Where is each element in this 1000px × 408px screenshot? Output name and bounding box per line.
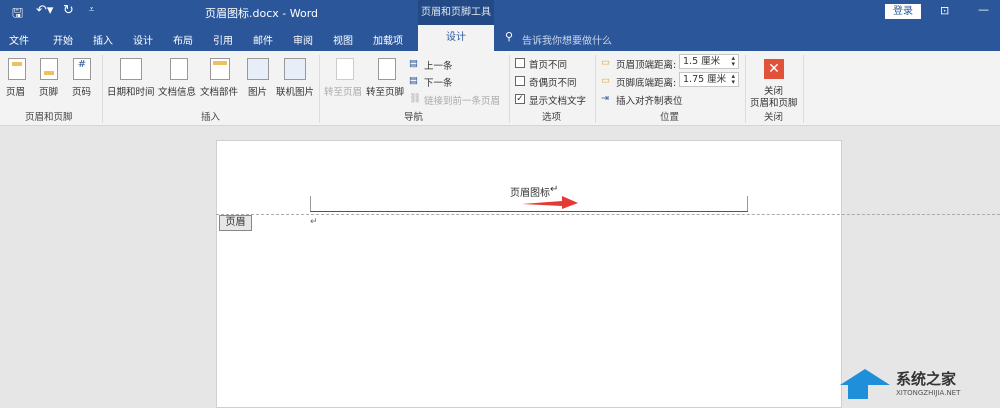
insert-tab-icon: ⇥ xyxy=(601,93,609,104)
window-title: 页眉图标.docx - Word xyxy=(205,7,319,20)
next-icon: ▤ xyxy=(409,75,418,86)
red-arrow-annotation xyxy=(522,196,578,209)
header-tag: 页眉 xyxy=(219,215,252,231)
ribbon-tabs: 文件 开始 插入 设计 布局 引用 邮件 审阅 视图 加载项 ⚲ 告诉我你想要做… xyxy=(0,25,1000,51)
goto-header-button[interactable]: 转至页眉 xyxy=(324,84,362,98)
house-logo-icon xyxy=(840,369,890,399)
footer-button[interactable]: 页脚 xyxy=(39,84,58,98)
header-top-value: 1.5 厘米 xyxy=(683,56,721,67)
tab-file[interactable]: 文件 xyxy=(9,32,29,47)
header-right-mark xyxy=(747,196,748,212)
ribbon-display-icon[interactable]: ⊡ xyxy=(940,4,949,17)
header-top-spinner[interactable]: 1.5 厘米 ▴ ▾ xyxy=(679,54,739,69)
goto-footer-button[interactable]: 转至页脚 xyxy=(366,84,404,98)
redo-icon[interactable]: ↻ xyxy=(63,3,74,18)
page-number-button[interactable]: 页码 xyxy=(72,84,91,98)
save-icon[interactable]: 🖫 xyxy=(12,4,23,26)
previous-icon: ▤ xyxy=(409,58,418,69)
paragraph-mark: ↵ xyxy=(310,217,318,227)
tab-review[interactable]: 审阅 xyxy=(293,32,313,47)
group-label-options: 选项 xyxy=(542,112,562,123)
group-label-hf: 页眉和页脚 xyxy=(25,112,73,123)
document-page[interactable] xyxy=(216,140,842,408)
spinner-arrows-icon[interactable]: ▴ ▾ xyxy=(731,55,735,68)
paragraph-mark: ↵ xyxy=(550,184,559,195)
link-previous-button[interactable]: 链接到前一条页眉 xyxy=(424,93,500,107)
group-label-close: 关闭 xyxy=(764,112,784,123)
tab-hf-design[interactable]: 设计 xyxy=(418,25,494,51)
footer-bottom-value: 1.75 厘米 xyxy=(683,74,727,85)
header-icon xyxy=(8,58,26,80)
group-label-nav: 导航 xyxy=(404,112,424,123)
group-label-insert: 插入 xyxy=(201,112,221,123)
footer-icon xyxy=(40,58,58,80)
tab-mailings[interactable]: 邮件 xyxy=(253,32,273,47)
goto-header-icon xyxy=(336,58,354,80)
search-icon: ⚲ xyxy=(505,30,514,43)
odd-even-label: 奇偶页不同 xyxy=(529,78,577,89)
group-label-position: 位置 xyxy=(660,112,680,123)
link-previous-icon: ⛓ xyxy=(409,93,422,104)
doc-info-icon xyxy=(170,58,188,80)
header-top-label: 页眉顶端距离: xyxy=(616,60,677,71)
undo-icon[interactable]: ↶▾ xyxy=(36,3,53,18)
online-picture-icon xyxy=(284,58,306,80)
header-border-line xyxy=(310,211,748,212)
show-text-checkbox[interactable]: ✓ xyxy=(515,94,525,104)
insert-alignment-tab-button[interactable]: 插入对齐制表位 xyxy=(616,93,683,107)
close-icon[interactable]: ✕ xyxy=(764,59,784,79)
footer-bottom-label: 页脚底端距离: xyxy=(616,78,677,89)
page-number-icon: # xyxy=(73,58,91,80)
minimize-icon[interactable]: — xyxy=(978,3,989,16)
tab-addins[interactable]: 加载项 xyxy=(373,32,403,47)
contextual-tab-header: 页眉和页脚工具 xyxy=(418,0,494,25)
picture-icon xyxy=(247,58,269,80)
header-left-mark xyxy=(310,196,311,212)
tab-home[interactable]: 开始 xyxy=(53,32,73,47)
watermark-logo: 系统之家 XITONGZHIJIA.NET xyxy=(840,365,1000,408)
quick-parts-icon xyxy=(210,58,230,80)
customize-qat-icon[interactable]: ⩡ xyxy=(89,5,94,15)
footer-bottom-spinner[interactable]: 1.75 厘米 ▴ ▾ xyxy=(679,72,739,87)
tab-layout[interactable]: 布局 xyxy=(173,32,193,47)
next-button[interactable]: 下一条 xyxy=(424,75,453,89)
login-button[interactable]: 登录 xyxy=(885,4,921,19)
picture-button[interactable]: 图片 xyxy=(248,84,267,98)
show-text-label: 显示文档文字 xyxy=(529,96,587,107)
different-first-label: 首页不同 xyxy=(529,60,568,71)
odd-even-checkbox[interactable] xyxy=(515,76,525,86)
header-button[interactable]: 页眉 xyxy=(6,84,25,98)
doc-info-button[interactable]: 文档信息 xyxy=(158,84,196,98)
tab-design[interactable]: 设计 xyxy=(133,32,153,47)
tell-me-input[interactable]: 告诉我你想要做什么 xyxy=(522,32,612,47)
tab-insert[interactable]: 插入 xyxy=(93,32,113,47)
header-separator xyxy=(216,214,1000,215)
date-time-button[interactable]: 日期和时间 xyxy=(107,84,155,98)
different-first-checkbox[interactable] xyxy=(515,58,525,68)
footer-bottom-icon: ▭ xyxy=(601,75,610,86)
quick-parts-button[interactable]: 文档部件 xyxy=(200,84,238,98)
ribbon: 页眉 页脚 # 页码 页眉和页脚 日期和时间 文档信息 文档部件 图片 联机图片… xyxy=(0,51,1000,126)
tab-references[interactable]: 引用 xyxy=(213,32,233,47)
date-time-icon xyxy=(120,58,142,80)
tab-view[interactable]: 视图 xyxy=(333,32,353,47)
header-top-icon: ▭ xyxy=(601,57,610,68)
title-bar: 🖫 ↶▾ ↻ ⩡ 页眉图标.docx - Word 登录 ⊡ — xyxy=(0,0,1000,25)
online-picture-button[interactable]: 联机图片 xyxy=(276,84,314,98)
spinner-arrows-icon[interactable]: ▴ ▾ xyxy=(731,73,735,86)
previous-button[interactable]: 上一条 xyxy=(424,58,453,72)
close-hf-line2[interactable]: 页眉和页脚 xyxy=(750,95,798,109)
goto-footer-icon xyxy=(378,58,396,80)
